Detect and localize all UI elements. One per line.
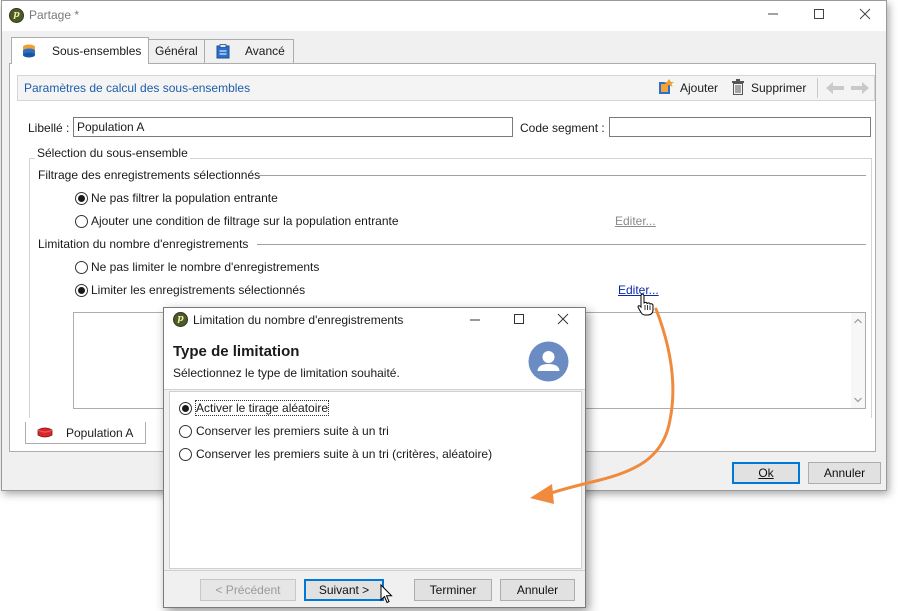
toolbar-divider bbox=[817, 78, 818, 98]
main-cancel-button[interactable]: Annuler bbox=[808, 462, 881, 484]
maximize-button[interactable] bbox=[796, 1, 842, 31]
arrow-right-icon[interactable] bbox=[851, 82, 869, 94]
radio-add-filter[interactable] bbox=[75, 215, 88, 228]
trash-icon bbox=[732, 79, 744, 95]
database-icon bbox=[23, 44, 35, 58]
code-segment-input[interactable] bbox=[609, 117, 871, 137]
tab-general[interactable]: Général bbox=[148, 39, 205, 63]
radio-keep-first-criteria-label: Conserver les premiers suite à un tri (c… bbox=[196, 447, 493, 461]
dialog-cancel-button[interactable]: Annuler bbox=[500, 579, 575, 601]
window-title: Partage * bbox=[29, 8, 80, 22]
dialog-minimize-button[interactable] bbox=[460, 308, 490, 331]
maximize-icon bbox=[814, 9, 824, 19]
selection-group-title: Sélection du sous-ensemble bbox=[35, 146, 190, 160]
tab-avance[interactable]: Avancé bbox=[204, 39, 294, 63]
clipboard-icon bbox=[216, 44, 230, 59]
section-title: Paramètres de calcul des sous-ensembles bbox=[24, 81, 251, 95]
dialog-title-bar: p Limitation du nombre d'enregistrements bbox=[164, 308, 585, 331]
next-button[interactable]: Suivant > bbox=[304, 579, 384, 601]
ok-button[interactable]: Ok bbox=[732, 462, 800, 484]
user-avatar-icon bbox=[528, 341, 569, 382]
minimize-button[interactable] bbox=[750, 1, 796, 31]
tab-label: Sous-ensembles bbox=[52, 44, 142, 58]
code-segment-label: Code segment : bbox=[520, 121, 605, 135]
title-bar: p Partage * bbox=[2, 1, 886, 31]
radio-random-sampling-label: Activer le tirage aléatoire bbox=[194, 400, 330, 416]
limitation-dialog: p Limitation du nombre d'enregistrements… bbox=[163, 307, 586, 608]
close-button[interactable] bbox=[842, 1, 888, 31]
minimize-icon bbox=[768, 13, 778, 15]
tab-label: Avancé bbox=[245, 44, 285, 58]
dialog-cancel-button-label: Annuler bbox=[516, 583, 559, 597]
tab-sous-ensembles[interactable]: Sous-ensembles bbox=[11, 37, 149, 64]
finish-button[interactable]: Terminer bbox=[414, 579, 492, 601]
dialog-maximize-button[interactable] bbox=[504, 308, 534, 331]
dialog-title: Limitation du nombre d'enregistrements bbox=[193, 313, 404, 327]
hand-cursor-icon bbox=[637, 293, 654, 316]
previous-button-label: < Précédent bbox=[215, 583, 281, 597]
tab-label: Population A bbox=[66, 426, 134, 440]
radio-keep-first-sorted[interactable] bbox=[179, 425, 192, 438]
ok-button-label: Ok bbox=[758, 466, 774, 480]
dialog-header-title: Type de limitation bbox=[173, 343, 300, 360]
close-icon bbox=[859, 8, 871, 20]
arrow-cursor-icon bbox=[380, 584, 393, 604]
dialog-close-button[interactable] bbox=[548, 308, 578, 331]
next-button-label: Suivant > bbox=[318, 583, 370, 597]
filter-edit-link[interactable]: Editer... bbox=[615, 214, 656, 228]
minimize-icon bbox=[470, 319, 480, 321]
radio-limit-label: Limiter les enregistrements sélectionnés bbox=[91, 283, 306, 297]
radio-no-filter[interactable] bbox=[75, 192, 88, 205]
add-button[interactable]: Ajouter bbox=[680, 81, 718, 95]
segment-icon bbox=[37, 427, 53, 438]
radio-add-filter-label: Ajouter une condition de filtrage sur la… bbox=[91, 214, 399, 228]
dialog-body: Activer le tirage aléatoire Conserver le… bbox=[169, 391, 582, 569]
text-area-scrollbar[interactable] bbox=[851, 313, 865, 408]
main-cancel-button-label: Annuler bbox=[823, 466, 866, 480]
scroll-down-icon[interactable] bbox=[854, 397, 862, 403]
dialog-footer-divider bbox=[164, 570, 585, 571]
radio-keep-first-criteria[interactable] bbox=[179, 448, 192, 461]
add-item-icon bbox=[659, 79, 674, 94]
previous-button[interactable]: < Précédent bbox=[200, 579, 296, 601]
arrow-left-icon[interactable] bbox=[826, 82, 844, 94]
limitation-group-title: Limitation du nombre d'enregistrements bbox=[38, 237, 249, 251]
radio-limit[interactable] bbox=[75, 284, 88, 297]
tab-label: Général bbox=[155, 44, 198, 58]
dialog-header-subtitle: Sélectionnez le type de limitation souha… bbox=[173, 366, 400, 380]
radio-keep-first-sorted-label: Conserver les premiers suite à un tri bbox=[196, 424, 389, 438]
libelle-input[interactable]: Population A bbox=[73, 117, 513, 137]
limitation-group-line bbox=[257, 244, 866, 245]
app-logo-icon: p bbox=[9, 8, 24, 23]
radio-no-limit[interactable] bbox=[75, 261, 88, 274]
dialog-logo-icon: p bbox=[173, 312, 188, 327]
radio-no-filter-label: Ne pas filtrer la population entrante bbox=[91, 191, 278, 205]
filtering-group-title: Filtrage des enregistrements sélectionné… bbox=[38, 168, 261, 182]
maximize-icon bbox=[514, 314, 524, 324]
dialog-header: Type de limitation Sélectionnez le type … bbox=[164, 331, 585, 390]
delete-button[interactable]: Supprimer bbox=[751, 81, 806, 95]
close-icon bbox=[557, 313, 569, 325]
filtering-group-line bbox=[258, 175, 866, 176]
libelle-label: Libellé : bbox=[28, 121, 70, 135]
radio-no-limit-label: Ne pas limiter le nombre d'enregistremen… bbox=[91, 260, 320, 274]
finish-button-label: Terminer bbox=[429, 583, 477, 597]
scroll-up-icon[interactable] bbox=[854, 318, 862, 324]
radio-random-sampling[interactable] bbox=[179, 402, 192, 415]
tab-population-a[interactable]: Population A bbox=[25, 422, 146, 444]
